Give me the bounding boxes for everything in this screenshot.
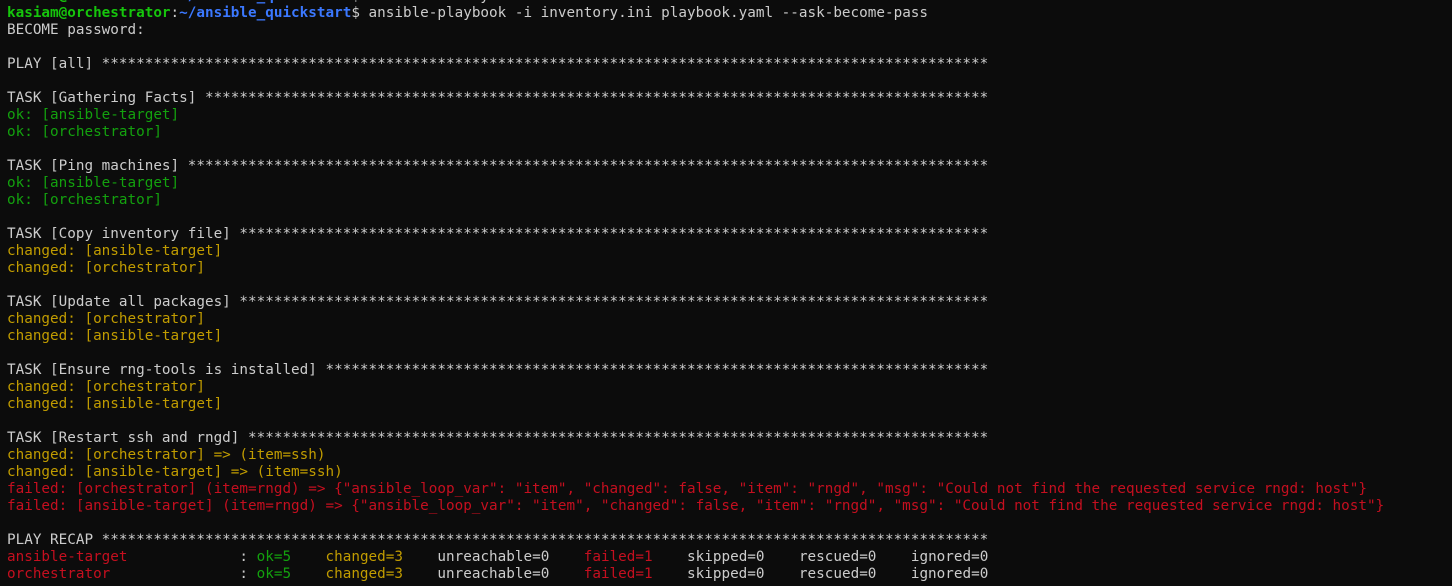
terminal-line: changed: [orchestrator] xyxy=(7,311,1452,328)
terminal-text-segment: changed: [ansible-target] xyxy=(7,328,223,344)
terminal-text-segment: TASK [Update all packages] *************… xyxy=(7,294,989,310)
terminal-line: changed: [ansible-target] => (item=ssh) xyxy=(7,464,1452,481)
terminal-text-segment: failed: [ansible-target] (item=rngd) => … xyxy=(7,498,1385,514)
terminal-text-segment: ok: [orchestrator] xyxy=(7,192,162,208)
terminal-line: TASK [Copy inventory file] *************… xyxy=(7,226,1452,243)
terminal-text-segment: TASK [Ping machines] *******************… xyxy=(7,158,989,174)
terminal-line: changed: [orchestrator] xyxy=(7,379,1452,396)
terminal-text-segment: orchestrator xyxy=(7,566,111,582)
terminal-line: BECOME password: xyxy=(7,22,1452,39)
terminal-text-segment: : xyxy=(127,549,257,565)
terminal-text-segment: $ nano inventory.ini xyxy=(351,0,523,4)
terminal-text-segment: failed=1 xyxy=(583,549,653,565)
terminal-text-segment: : xyxy=(171,0,180,4)
terminal-line: ok: [orchestrator] xyxy=(7,192,1452,209)
terminal-line: PLAY [all] *****************************… xyxy=(7,56,1452,73)
terminal-line: TASK [Update all packages] *************… xyxy=(7,294,1452,311)
terminal-line: PLAY RECAP *****************************… xyxy=(7,532,1452,549)
terminal-text-segment: TASK [Restart ssh and rngd] ************… xyxy=(7,430,989,446)
terminal-text-segment: changed: [ansible-target] xyxy=(7,396,223,412)
terminal-text-segment: unreachable=0 xyxy=(402,549,584,565)
terminal-text-segment: changed: [ansible-target] xyxy=(7,243,223,259)
terminal-text-segment: TASK [Ensure rng-tools is installed] ***… xyxy=(7,362,989,378)
terminal-text-segment: changed: [ansible-target] => (item=ssh) xyxy=(7,464,343,480)
terminal-output: kasiam@orchestrator:~/ansible_quickstart… xyxy=(7,0,1452,583)
terminal-line: failed: [orchestrator] (item=rngd) => {"… xyxy=(7,481,1452,498)
terminal-text-segment: TASK [Copy inventory file] *************… xyxy=(7,226,989,242)
terminal-window[interactable]: kasiam@orchestrator:~/ansible_quickstart… xyxy=(0,0,1452,586)
terminal-text-segment: changed=3 xyxy=(325,566,403,582)
terminal-line: TASK [Gathering Facts] *****************… xyxy=(7,90,1452,107)
terminal-text-segment: BECOME password: xyxy=(7,22,145,38)
terminal-text-segment: changed: [orchestrator] xyxy=(7,379,205,395)
terminal-line: TASK [Restart ssh and rngd] ************… xyxy=(7,430,1452,447)
terminal-line: TASK [Ping machines] *******************… xyxy=(7,158,1452,175)
terminal-text-segment: failed=1 xyxy=(583,566,653,582)
terminal-text-segment: changed: [orchestrator] xyxy=(7,311,205,327)
terminal-text-segment: unreachable=0 xyxy=(402,566,584,582)
terminal-text-segment: failed: [orchestrator] (item=rngd) => {"… xyxy=(7,481,1367,497)
terminal-line: changed: [orchestrator] => (item=ssh) xyxy=(7,447,1452,464)
terminal-line: kasiam@orchestrator:~/ansible_quickstart… xyxy=(7,5,1452,22)
terminal-text-segment: kasiam@orchestrator xyxy=(7,5,171,21)
terminal-text-segment: ok=5 xyxy=(256,549,292,565)
terminal-text-segment: ~/ansible_quickstart xyxy=(179,0,351,4)
terminal-line: changed: [ansible-target] xyxy=(7,396,1452,413)
terminal-line: failed: [ansible-target] (item=rngd) => … xyxy=(7,498,1452,515)
terminal-text-segment: ok=5 xyxy=(256,566,292,582)
terminal-text-segment: $ ansible-playbook -i inventory.ini play… xyxy=(351,5,929,21)
terminal-line: ok: [orchestrator] xyxy=(7,124,1452,141)
terminal-line: ok: [ansible-target] xyxy=(7,175,1452,192)
terminal-text-segment: kasiam@orchestrator xyxy=(7,0,171,4)
terminal-text-segment: TASK [Gathering Facts] *****************… xyxy=(7,90,989,106)
terminal-line: ok: [ansible-target] xyxy=(7,107,1452,124)
terminal-line: changed: [orchestrator] xyxy=(7,260,1452,277)
terminal-text-segment: PLAY [all] *****************************… xyxy=(7,56,989,72)
terminal-line: ansible-target : ok=5 changed=3 unreacha… xyxy=(7,549,1452,566)
terminal-text-segment: changed: [orchestrator] xyxy=(7,260,205,276)
terminal-text-segment: PLAY RECAP *****************************… xyxy=(7,532,989,548)
terminal-text-segment: skipped=0 rescued=0 ignored=0 xyxy=(652,566,989,582)
terminal-text-segment: ~/ansible_quickstart xyxy=(179,5,352,21)
terminal-text-segment: ok: [ansible-target] xyxy=(7,107,180,123)
terminal-text-segment: ansible-target xyxy=(7,549,128,565)
terminal-text-segment: : xyxy=(110,566,257,582)
terminal-line: changed: [ansible-target] xyxy=(7,328,1452,345)
terminal-text-segment: changed=3 xyxy=(325,549,403,565)
terminal-text-segment: changed: [orchestrator] => (item=ssh) xyxy=(7,447,326,463)
terminal-text-segment: : xyxy=(170,5,180,21)
terminal-line: orchestrator : ok=5 changed=3 unreachabl… xyxy=(7,566,1452,583)
terminal-text-segment: skipped=0 rescued=0 ignored=0 xyxy=(652,549,989,565)
terminal-text-segment: ok: [ansible-target] xyxy=(7,175,180,191)
terminal-line: TASK [Ensure rng-tools is installed] ***… xyxy=(7,362,1452,379)
terminal-line: changed: [ansible-target] xyxy=(7,243,1452,260)
terminal-text-segment: ok: [orchestrator] xyxy=(7,124,162,140)
